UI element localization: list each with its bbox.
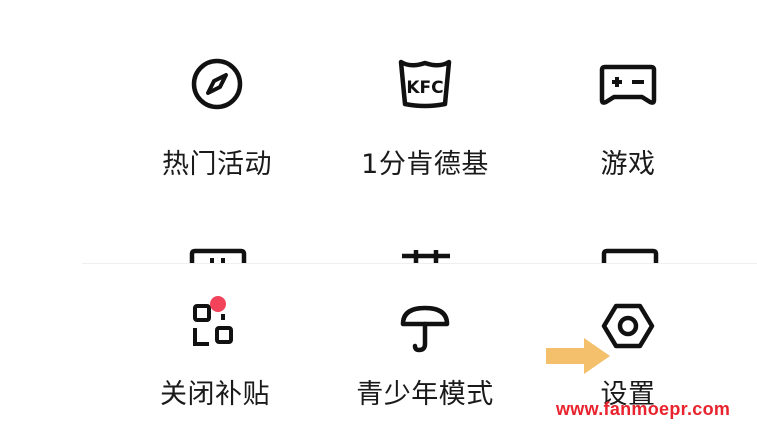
gamepad-icon <box>599 64 657 105</box>
menu-item-label: 游戏 <box>600 149 656 180</box>
kfc-icon-text: KFC <box>406 78 443 98</box>
pointer-arrow-icon <box>546 338 610 374</box>
menu-item-label: 青少年模式 <box>356 379 494 410</box>
watermark-text: www.fanmoepr.com <box>556 399 731 419</box>
umbrella-icon <box>400 305 450 353</box>
menu-item-youth-mode[interactable]: 青少年模式 <box>340 290 510 426</box>
compass-icon <box>191 58 243 110</box>
menu-item-hot-activities[interactable]: 热门活动 <box>132 50 302 200</box>
menu-item-games[interactable]: 游戏 <box>543 50 713 200</box>
menu-item-label: 1分肯德基 <box>361 149 489 180</box>
menu-item-kfc[interactable]: KFC 1分肯德基 <box>340 50 510 200</box>
menu-item-label: 热门活动 <box>162 149 272 180</box>
menu-item-label: 关闭补贴 <box>160 379 270 410</box>
kfc-bucket-icon: KFC <box>398 59 452 109</box>
notification-badge <box>210 296 226 312</box>
app-screen: 热门活动 KFC 1分肯德基 游戏 关闭补贴 青少年模式 设置 www.fanm… <box>0 0 757 426</box>
